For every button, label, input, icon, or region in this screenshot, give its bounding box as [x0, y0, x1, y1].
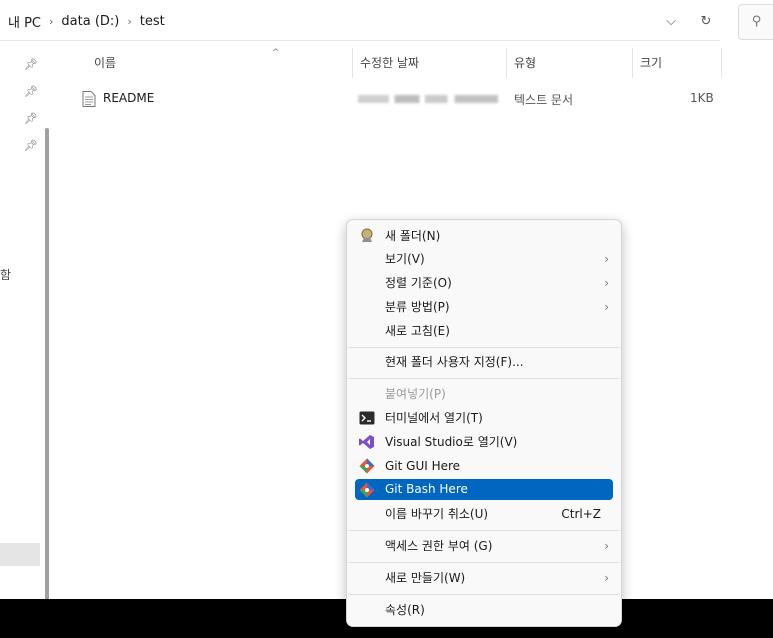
column-divider[interactable]: [721, 48, 722, 78]
pin-icon[interactable]: 📌︎: [24, 58, 38, 71]
text-document-icon: [82, 91, 96, 107]
menu-customize-folder[interactable]: 현재 폴더 사용자 지정(F)...: [355, 351, 613, 373]
menu-git-bash[interactable]: Git Bash Here: [355, 479, 613, 500]
breadcrumb-this-pc[interactable]: 내 PC: [6, 12, 43, 31]
git-icon: [359, 482, 375, 498]
search-icon[interactable]: ⚲: [738, 4, 773, 40]
menu-new-folder[interactable]: 새 폴더(N): [355, 225, 613, 247]
menu-label: 붙여넣기(P): [385, 387, 446, 401]
file-name: README: [103, 91, 155, 105]
chevron-right-icon: ›: [604, 276, 609, 290]
context-menu: 새 폴더(N) 보기(V) › 정렬 기준(O) › 분류 방법(P) › 새로…: [346, 219, 622, 627]
address-bar[interactable]: 내 PC › data (D:) › test ⌵ ↻: [0, 2, 720, 41]
menu-label: 액세스 권한 부여 (G): [385, 539, 493, 553]
menu-group-by[interactable]: 분류 방법(P) ›: [355, 296, 613, 318]
menu-undo-rename[interactable]: 이름 바꾸기 취소(U) Ctrl+Z: [355, 503, 613, 525]
git-icon: [359, 458, 375, 474]
menu-label: Visual Studio로 열기(V): [385, 435, 518, 449]
menu-separator: [348, 347, 620, 348]
nav-item-label[interactable]: 함: [0, 266, 11, 283]
column-name[interactable]: 이름: [94, 48, 116, 78]
nav-scrollbar[interactable]: [45, 128, 49, 603]
menu-label: Git Bash Here: [385, 482, 468, 496]
column-divider[interactable]: [506, 48, 507, 78]
menu-label: 현재 폴더 사용자 지정(F)...: [385, 355, 524, 369]
menu-separator: [348, 378, 620, 379]
menu-separator: [348, 530, 620, 531]
breadcrumb: 내 PC › data (D:) › test: [0, 12, 167, 31]
date-blurred: [358, 95, 498, 103]
menu-refresh[interactable]: 새로 고침(E): [355, 320, 613, 342]
menu-label: Git GUI Here: [385, 459, 461, 473]
top-bar: 내 PC › data (D:) › test ⌵ ↻ ⚲: [0, 0, 773, 44]
menu-label: 터미널에서 열기(T): [385, 411, 483, 425]
file-size: 1KB: [690, 91, 714, 105]
chevron-right-icon: ›: [604, 571, 609, 585]
sort-ascending-icon: ^: [272, 48, 280, 58]
menu-give-access[interactable]: 액세스 권한 부여 (G) ›: [355, 535, 613, 557]
nav-item-selected[interactable]: [0, 543, 40, 566]
column-divider[interactable]: [352, 48, 353, 78]
chevron-right-icon: ›: [604, 539, 609, 553]
breadcrumb-folder[interactable]: test: [138, 14, 167, 29]
menu-paste[interactable]: 붙여넣기(P): [355, 383, 613, 405]
menu-label: 이름 바꾸기 취소(U): [385, 507, 489, 521]
visual-studio-icon: [359, 435, 374, 449]
pin-icon[interactable]: 📌︎: [24, 139, 38, 152]
chevron-right-icon[interactable]: ›: [43, 15, 59, 28]
file-type: 텍스트 문서: [514, 93, 574, 107]
menu-label: 새로 고침(E): [385, 324, 450, 338]
menu-open-visual-studio[interactable]: Visual Studio로 열기(V): [355, 431, 613, 453]
terminal-icon: [359, 411, 375, 425]
chevron-right-icon: ›: [604, 300, 609, 314]
menu-label: 새 폴더(N): [385, 229, 441, 243]
menu-separator: [348, 562, 620, 563]
column-type[interactable]: 유형: [514, 48, 536, 78]
menu-shortcut: Ctrl+Z: [561, 507, 601, 521]
file-row[interactable]: README 텍스트 문서 1KB: [58, 88, 722, 110]
pin-icon[interactable]: 📌︎: [24, 112, 38, 125]
menu-new[interactable]: 새로 만들기(W) ›: [355, 567, 613, 589]
menu-open-terminal[interactable]: 터미널에서 열기(T): [355, 407, 613, 429]
menu-label: 보기(V): [385, 252, 425, 266]
history-dropdown-icon[interactable]: ⌵: [660, 11, 682, 33]
refresh-icon[interactable]: ↻: [695, 11, 717, 33]
menu-label: 새로 만들기(W): [385, 571, 466, 585]
chevron-right-icon: ›: [604, 252, 609, 266]
pin-icon[interactable]: 📌︎: [24, 85, 38, 98]
menu-git-gui[interactable]: Git GUI Here: [355, 455, 613, 477]
new-folder-icon: [361, 228, 373, 242]
menu-label: 분류 방법(P): [385, 300, 450, 314]
menu-label: 속성(R): [385, 603, 425, 617]
column-date[interactable]: 수정한 날짜: [360, 48, 419, 78]
menu-label: 정렬 기준(O): [385, 276, 452, 290]
column-divider[interactable]: [632, 48, 633, 78]
menu-separator: [348, 594, 620, 595]
breadcrumb-drive[interactable]: data (D:): [59, 14, 121, 29]
chevron-right-icon[interactable]: ›: [121, 15, 137, 28]
column-header: ^ 이름 수정한 날짜 유형 크기: [58, 48, 722, 78]
navigation-pane: 📌︎ 📌︎ 📌︎ 📌︎ 함: [0, 44, 58, 603]
column-size[interactable]: 크기: [640, 48, 662, 78]
menu-sort-by[interactable]: 정렬 기준(O) ›: [355, 272, 613, 294]
menu-properties[interactable]: 속성(R): [355, 599, 613, 621]
menu-view[interactable]: 보기(V) ›: [355, 248, 613, 270]
